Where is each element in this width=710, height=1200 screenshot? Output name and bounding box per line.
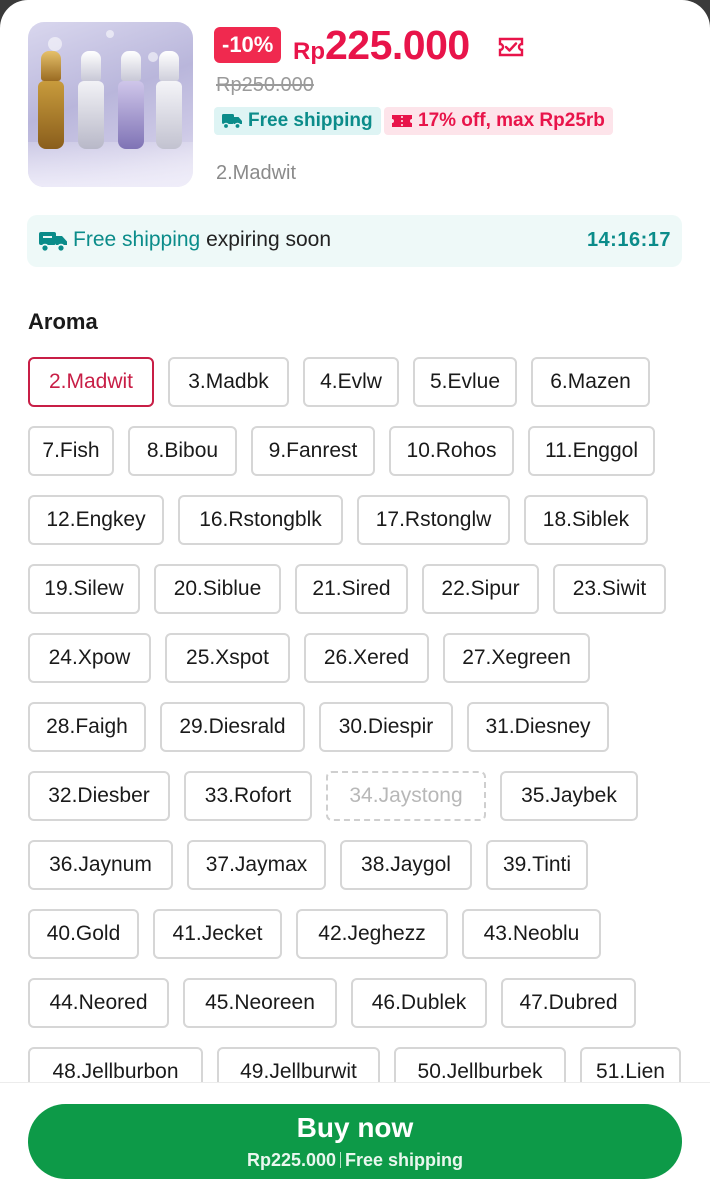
buy-now-label: Buy now <box>296 1112 414 1143</box>
aroma-option[interactable]: 7.Fish <box>28 426 114 476</box>
aroma-option[interactable]: 48.Jellburbon <box>28 1047 203 1082</box>
price-currency: Rp <box>293 38 325 65</box>
aroma-option[interactable]: 2.Madwit <box>28 357 154 407</box>
aroma-option[interactable]: 38.Jaygol <box>340 840 472 890</box>
aroma-option[interactable]: 19.Silew <box>28 564 140 614</box>
buy-now-price: Rp225.000 <box>246 1150 337 1170</box>
aroma-option[interactable]: 11.Enggol <box>528 426 655 476</box>
aroma-option[interactable]: 33.Rofort <box>184 771 312 821</box>
banner-rest: expiring soon <box>200 228 331 251</box>
aroma-option[interactable]: 24.Xpow <box>28 633 151 683</box>
buy-now-subtitle: Rp225.000 Free shipping <box>28 1150 682 1171</box>
aroma-option[interactable]: 40.Gold <box>28 909 139 959</box>
aroma-option[interactable]: 12.Engkey <box>28 495 164 545</box>
voucher-icon <box>392 115 412 127</box>
countdown-timer: 14:16:17 <box>586 229 671 251</box>
discount-badge: -10% <box>214 27 282 63</box>
aroma-option[interactable]: 26.Xered <box>304 633 429 683</box>
bottom-divider <box>0 1082 710 1083</box>
aroma-option[interactable]: 31.Diesney <box>467 702 609 752</box>
aroma-option[interactable]: 30.Diespir <box>319 702 453 752</box>
aroma-option[interactable]: 20.Siblue <box>154 564 281 614</box>
selected-variant-label: 2.Madwit <box>216 162 297 184</box>
aroma-option[interactable]: 10.Rohos <box>389 426 514 476</box>
aroma-option[interactable]: 43.Neoblu <box>462 909 601 959</box>
aroma-option[interactable]: 18.Siblek <box>524 495 648 545</box>
buy-now-button[interactable]: Buy now Rp225.000 Free shipping <box>28 1104 682 1179</box>
product-image[interactable] <box>28 22 193 187</box>
voucher-chip-label: 17% off, max Rp25rb <box>418 110 605 131</box>
aroma-option[interactable]: 41.Jecket <box>153 909 282 959</box>
aroma-option[interactable]: 46.Dublek <box>351 978 487 1028</box>
aroma-option[interactable]: 21.Sired <box>295 564 408 614</box>
free-shipping-chip-label: Free shipping <box>248 110 373 131</box>
aroma-option[interactable]: 8.Bibou <box>128 426 237 476</box>
aroma-option[interactable]: 37.Jaymax <box>187 840 326 890</box>
aroma-option[interactable]: 32.Diesber <box>28 771 170 821</box>
buy-now-shipping: Free shipping <box>345 1150 464 1170</box>
truck-icon <box>222 114 242 130</box>
aroma-option[interactable]: 5.Evlue <box>413 357 517 407</box>
aroma-option[interactable]: 17.Rstonglw <box>357 495 510 545</box>
aroma-option[interactable]: 16.Rstongblk <box>178 495 343 545</box>
price-amount: 225.000 <box>325 22 470 68</box>
aroma-option[interactable]: 51.Lien <box>580 1047 681 1082</box>
price: Rp225.000 <box>293 22 470 69</box>
aroma-option[interactable]: 35.Jaybek <box>500 771 638 821</box>
aroma-option[interactable]: 36.Jaynum <box>28 840 173 890</box>
banner-highlight: Free shipping <box>73 228 201 251</box>
aroma-option[interactable]: 47.Dubred <box>501 978 636 1028</box>
aroma-options: 2.Madwit 3.Madbk 4.Evlw 5.Evlue 6.Mazen … <box>28 357 688 1082</box>
aroma-option[interactable]: 50.Jellburbek <box>394 1047 566 1082</box>
aroma-heading: Aroma <box>28 309 98 334</box>
aroma-option[interactable]: 22.Sipur <box>422 564 539 614</box>
voucher-chip: 17% off, max Rp25rb <box>384 107 613 135</box>
aroma-option[interactable]: 3.Madbk <box>168 357 289 407</box>
aroma-option[interactable]: 34.Jaystong <box>326 771 486 821</box>
free-shipping-chip: Free shipping <box>214 107 381 135</box>
aroma-option[interactable]: 4.Evlw <box>303 357 399 407</box>
aroma-option[interactable]: 27.Xegreen <box>443 633 590 683</box>
aroma-option[interactable]: 39.Tinti <box>486 840 588 890</box>
aroma-option[interactable]: 49.Jellburwit <box>217 1047 380 1082</box>
ticket-check-icon[interactable] <box>498 37 524 57</box>
aroma-option[interactable]: 29.Diesrald <box>160 702 305 752</box>
aroma-option[interactable]: 25.Xspot <box>165 633 290 683</box>
aroma-option[interactable]: 23.Siwit <box>553 564 666 614</box>
truck-icon <box>39 232 67 253</box>
original-price: Rp250.000 <box>216 74 314 96</box>
free-shipping-banner: Free shipping expiring soon 14:16:17 <box>27 215 682 267</box>
aroma-option[interactable]: 6.Mazen <box>531 357 650 407</box>
aroma-option[interactable]: 28.Faigh <box>28 702 146 752</box>
variant-sheet: -10% Rp225.000 Rp250.000 Free shipping 1… <box>0 0 710 1200</box>
aroma-option[interactable]: 44.Neored <box>28 978 169 1028</box>
aroma-option[interactable]: 9.Fanrest <box>251 426 375 476</box>
aroma-option[interactable]: 42.Jeghezz <box>296 909 448 959</box>
banner-text: Free shipping expiring soon <box>73 228 331 252</box>
aroma-option[interactable]: 45.Neoreen <box>183 978 337 1028</box>
